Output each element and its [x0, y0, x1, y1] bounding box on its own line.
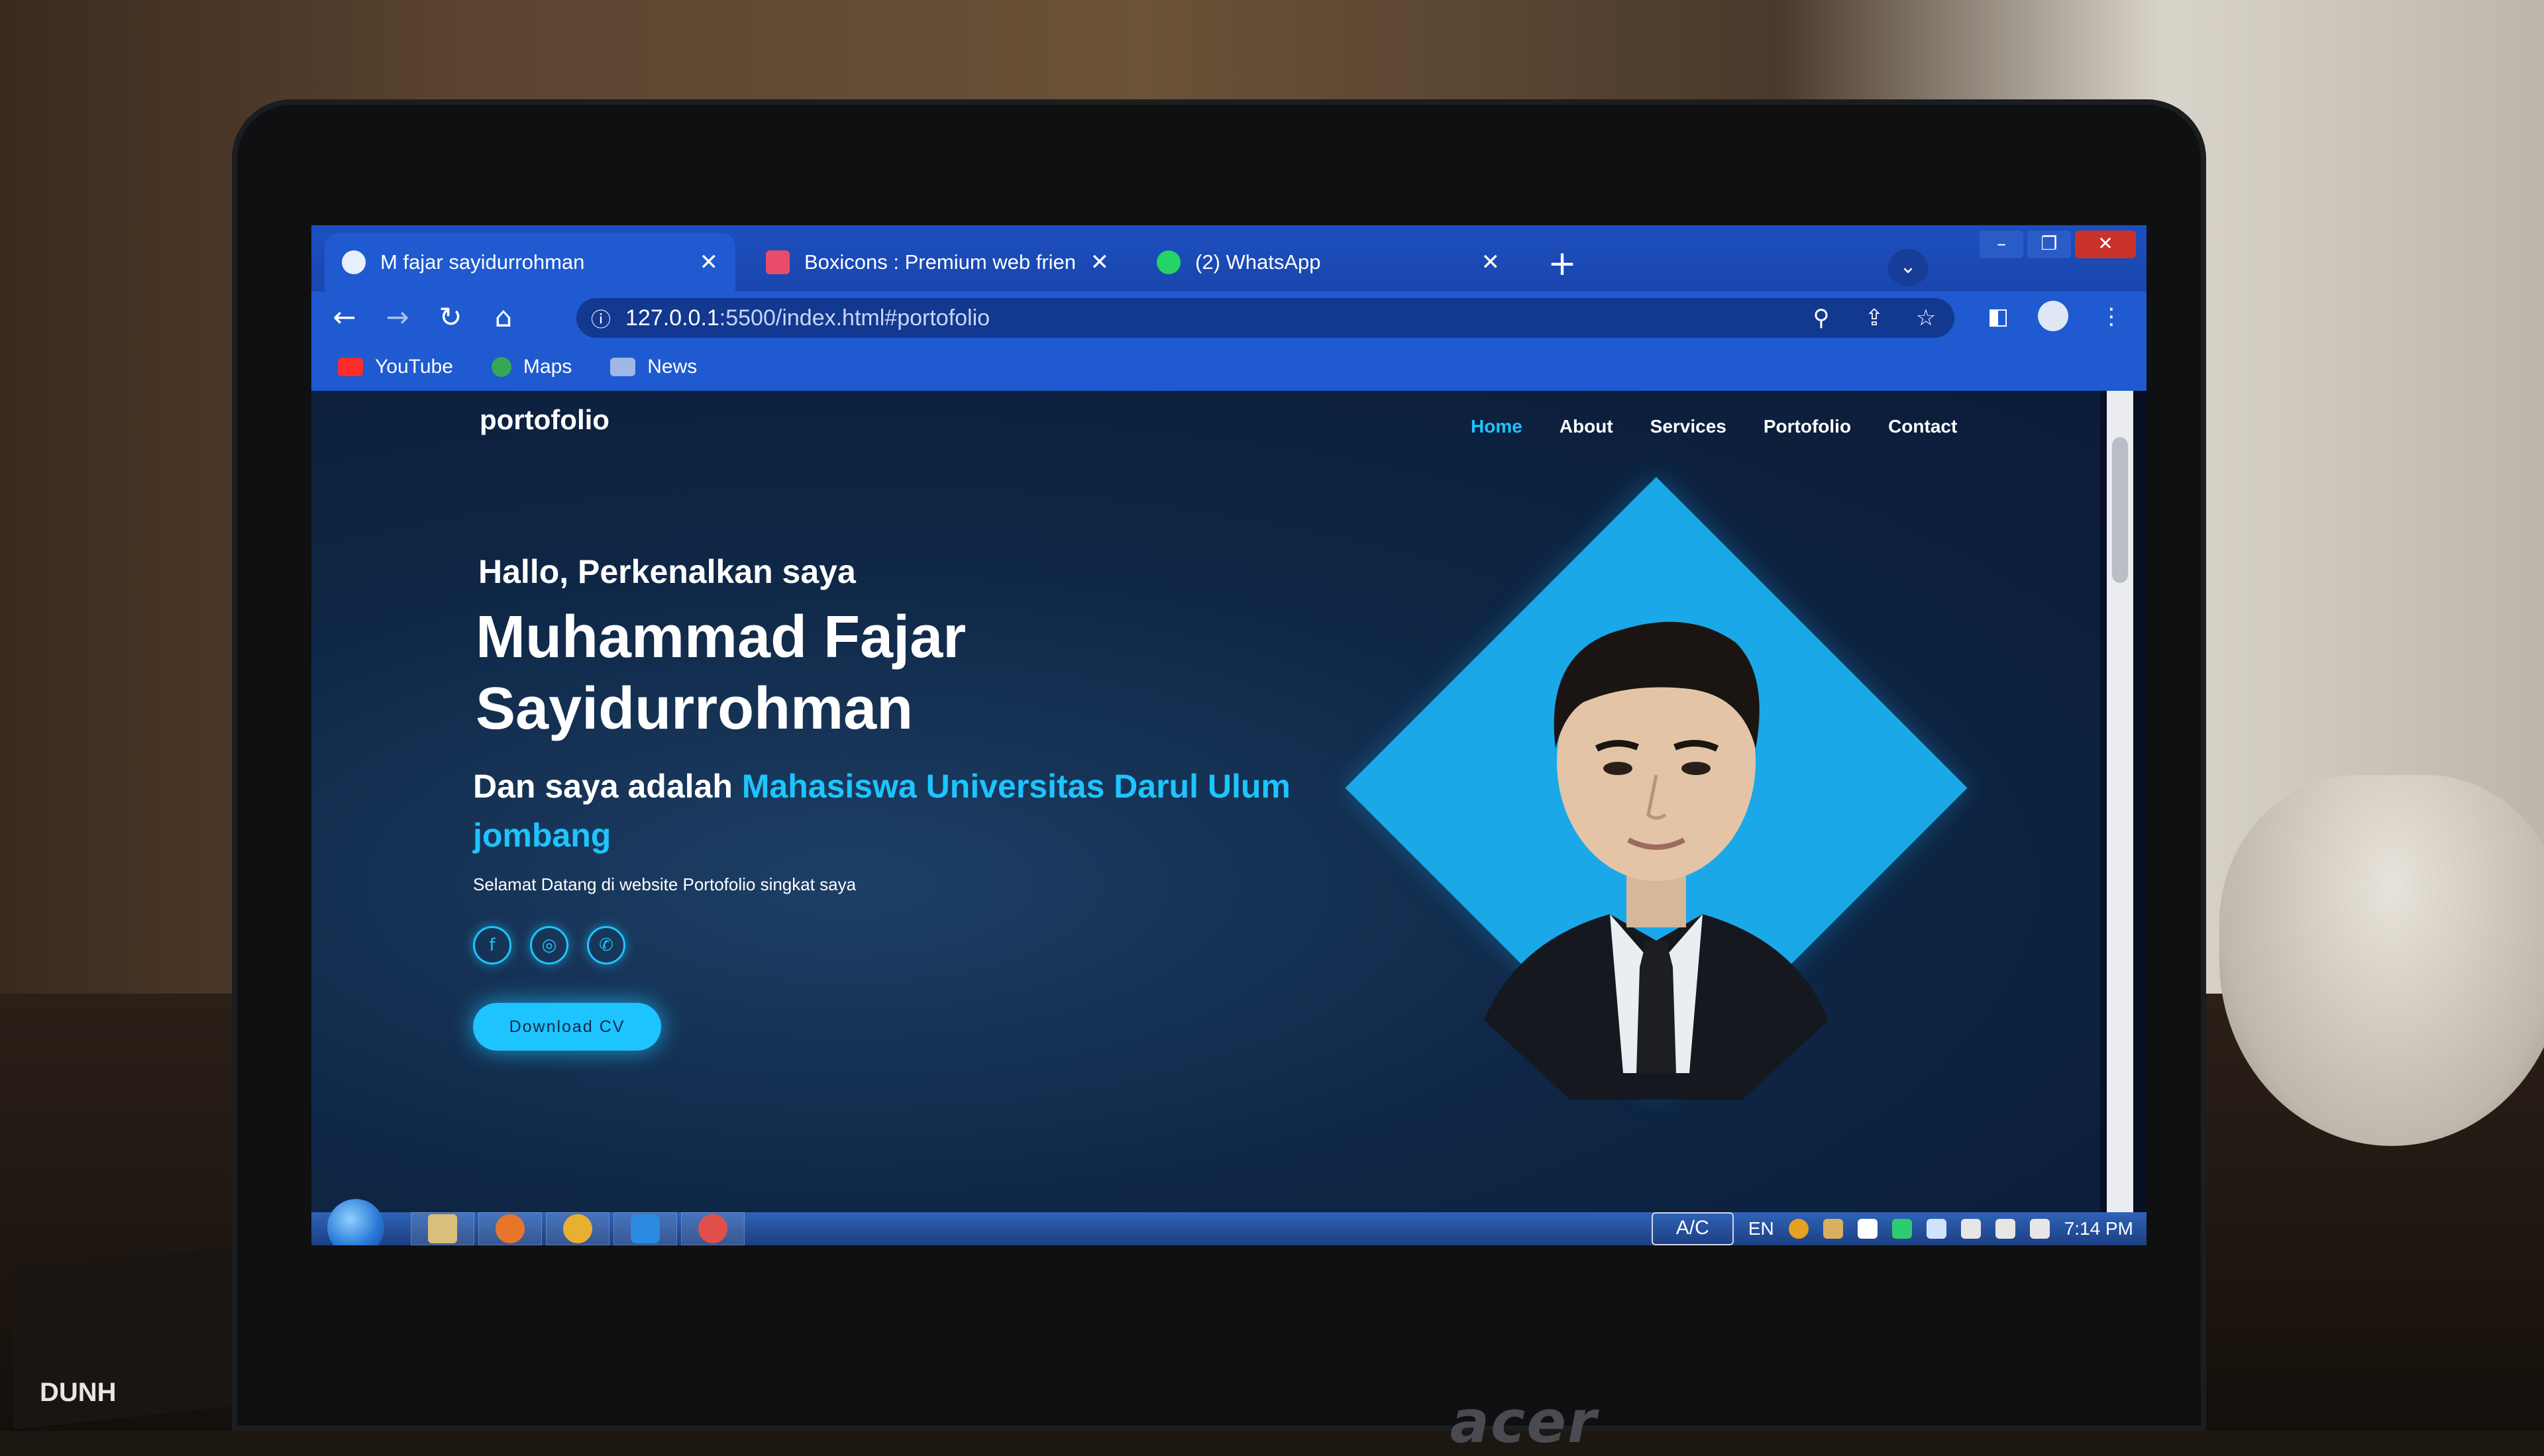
bookmark-news[interactable]: News [610, 356, 697, 378]
vscode-icon [631, 1214, 660, 1243]
chevron-down-icon[interactable]: ⌄ [1888, 249, 1928, 286]
close-icon[interactable]: ✕ [1481, 249, 1501, 276]
scrollbar-thumb[interactable] [2112, 437, 2128, 583]
boxicons-icon [766, 250, 790, 274]
profile-photo [1484, 621, 1828, 1100]
nav-contact[interactable]: Contact [1888, 416, 1957, 437]
taskbar-app-chrome-active[interactable] [681, 1212, 745, 1245]
hero-greeting: Hallo, Perkenalkan saya [478, 553, 856, 590]
laptop-screen: M fajar sayidurrohman ✕ Boxicons : Premi… [311, 225, 2146, 1245]
close-icon[interactable]: ✕ [1090, 249, 1110, 276]
url-text: 127.0.0.1:5500/index.html#portofolio [625, 305, 990, 331]
globe-icon [342, 250, 366, 274]
ac-button[interactable]: A/C [1651, 1212, 1734, 1245]
taskbar-app-chrome[interactable] [546, 1212, 610, 1245]
tab-portfolio[interactable]: M fajar sayidurrohman ✕ [325, 233, 735, 291]
network-icon[interactable] [1926, 1219, 1946, 1239]
taskbar-app-vscode[interactable] [613, 1212, 677, 1245]
battery-icon[interactable] [1995, 1219, 2015, 1239]
info-icon: ⓘ [591, 309, 611, 332]
chrome-icon [698, 1214, 727, 1243]
signal-icon[interactable] [2029, 1219, 2050, 1239]
profile-photo-frame [1345, 477, 1968, 1100]
tray-app-icon[interactable] [1788, 1219, 1809, 1239]
share-icon[interactable]: ⇪ [1860, 305, 1888, 333]
profile-avatar[interactable] [2038, 301, 2068, 331]
instagram-icon[interactable]: ◎ [530, 926, 568, 964]
close-icon[interactable]: ✕ [700, 249, 719, 276]
more-menu-icon[interactable]: ⋮ [2100, 303, 2123, 330]
tray-green-icon[interactable] [1891, 1219, 1912, 1239]
book-title: DUNH [40, 1378, 117, 1407]
bowl [2219, 775, 2544, 1146]
back-arrow-icon[interactable]: ← [325, 298, 364, 338]
chrome-icon [563, 1214, 592, 1243]
youtube-icon [338, 358, 363, 376]
role-prefix: Dan saya adalah [473, 768, 733, 805]
address-bar[interactable]: ⓘ 127.0.0.1:5500/index.html#portofolio ⚲… [576, 298, 1954, 338]
tab-label: (2) WhatsApp [1195, 250, 1321, 274]
bookmark-youtube[interactable]: YouTube [338, 356, 453, 378]
bookmark-label: Maps [523, 356, 572, 378]
bookmark-maps[interactable]: Maps [491, 356, 572, 378]
facebook-icon[interactable]: f [473, 926, 511, 964]
whatsapp-icon [1157, 250, 1181, 274]
nav-portofolio[interactable]: Portofolio [1764, 416, 1851, 437]
system-tray: A/C EN 7:14 PM [1651, 1212, 2133, 1245]
maps-icon [491, 357, 511, 377]
bookmark-label: YouTube [375, 356, 453, 378]
taskbar-app-firefox[interactable] [478, 1212, 542, 1245]
folder-icon [428, 1214, 457, 1243]
restore-icon[interactable]: ❐ [2027, 231, 2071, 258]
nav-services[interactable]: Services [1650, 416, 1726, 437]
side-panel-icon[interactable]: ◧ [1988, 303, 2009, 330]
tab-label: M fajar sayidurrohman [380, 250, 585, 274]
bookmark-star-icon[interactable]: ☆ [1912, 305, 1940, 333]
site-logo[interactable]: portofolio [480, 404, 610, 436]
forward-arrow-icon[interactable]: → [378, 298, 417, 338]
home-icon[interactable]: ⌂ [484, 298, 523, 338]
window-controls: – ❐ ✕ [1980, 231, 2136, 258]
tab-label: Boxicons : Premium web friendly [804, 250, 1076, 274]
site-nav: Home About Services Portofolio Contact [1471, 416, 1957, 437]
reload-icon[interactable]: ↻ [431, 298, 470, 338]
os-taskbar: A/C EN 7:14 PM [311, 1199, 2146, 1245]
bookmarks-bar: YouTube Maps News [311, 343, 2146, 391]
firefox-icon [496, 1214, 525, 1243]
zoom-icon[interactable]: ⚲ [1807, 305, 1835, 333]
social-links: f ◎ ✆ [473, 926, 625, 964]
window-close-icon[interactable]: ✕ [2075, 231, 2136, 258]
tab-boxicons[interactable]: Boxicons : Premium web friendly ✕ [749, 233, 1126, 291]
minimize-icon[interactable]: – [1980, 231, 2023, 258]
bookmark-label: News [647, 356, 698, 378]
download-cv-button[interactable]: Download CV [473, 1003, 661, 1051]
nav-home[interactable]: Home [1471, 416, 1522, 437]
nav-about[interactable]: About [1560, 416, 1613, 437]
hero-name: Muhammad Fajar Sayidurrohman [476, 604, 967, 742]
page-scrollbar[interactable] [2107, 391, 2133, 1212]
page-viewport: portofolio Home About Services Portofoli… [311, 391, 2100, 1212]
new-tab-icon[interactable]: + [1544, 246, 1581, 284]
hero-role: Dan saya adalah Mahasiswa Universitas Da… [473, 762, 1334, 860]
clock[interactable]: 7:14 PM [2064, 1218, 2133, 1239]
laptop-brand-logo: acer [1450, 1388, 1598, 1456]
browser-toolbar: ← → ↻ ⌂ ⓘ 127.0.0.1:5500/index.html#port… [311, 291, 2146, 343]
flag-icon[interactable] [1857, 1219, 1878, 1239]
tab-whatsapp[interactable]: (2) WhatsApp ✕ [1140, 233, 1517, 291]
hero-welcome-text: Selamat Datang di website Portofolio sin… [473, 874, 857, 894]
tray-folder-icon[interactable] [1823, 1219, 1843, 1239]
volume-icon[interactable] [1960, 1219, 1981, 1239]
language-indicator[interactable]: EN [1748, 1218, 1774, 1239]
whatsapp-icon[interactable]: ✆ [587, 926, 625, 964]
tab-bar: M fajar sayidurrohman ✕ Boxicons : Premi… [311, 225, 2146, 291]
news-icon [610, 358, 636, 376]
taskbar-app-explorer[interactable] [411, 1212, 474, 1245]
